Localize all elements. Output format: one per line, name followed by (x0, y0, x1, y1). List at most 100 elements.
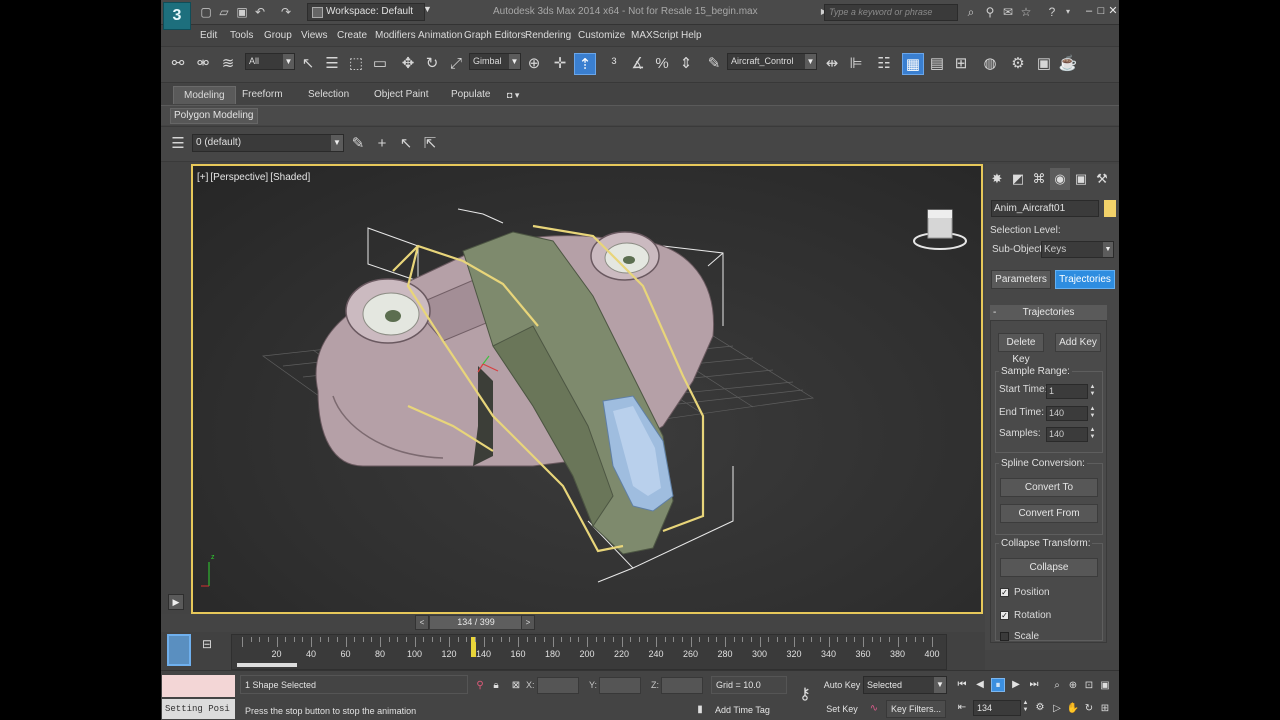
maximize-viewport-icon[interactable]: ⊞ (1098, 702, 1112, 716)
search-input[interactable]: Type a keyword or phrase (824, 4, 958, 21)
object-color-swatch[interactable] (1104, 200, 1116, 217)
menu-tools[interactable]: Tools (230, 30, 253, 41)
material-editor-icon[interactable]: ◍ (979, 53, 1001, 75)
select-in-layer-icon[interactable]: ↖ (395, 133, 417, 155)
rectangular-selection-icon[interactable]: ⬚ (345, 53, 367, 75)
key-mode-dropdown[interactable]: Selected ▼ (863, 676, 947, 694)
help-dropdown-icon[interactable]: ▾ (1061, 5, 1075, 19)
curve-editor-icon[interactable]: ▤ (926, 53, 948, 75)
favorites-star-icon[interactable]: ☆ (1019, 5, 1033, 19)
workspace-dropdown[interactable]: Workspace: Default (307, 3, 425, 21)
schematic-view-icon[interactable]: ⊞ (950, 53, 972, 75)
start-time-input[interactable]: 1 (1046, 384, 1088, 399)
snaps-toggle-icon[interactable]: ³ (603, 53, 625, 75)
tab-modeling[interactable]: Modeling (173, 86, 236, 104)
render-setup-icon[interactable]: ⚙ (1007, 53, 1029, 75)
create-tab-icon[interactable]: ✸ (987, 168, 1007, 190)
next-frame-icon[interactable]: ▶ (1009, 678, 1023, 692)
mini-curve-editor-icon[interactable] (167, 634, 191, 666)
previous-frame-icon[interactable]: ◀ (973, 678, 987, 692)
samples-spinner[interactable]: ▲ ▼ (1089, 427, 1096, 442)
move-icon[interactable]: ✥ (397, 53, 419, 75)
maxscript-mini-listener[interactable]: Setting Posi (162, 675, 235, 719)
open-mini-curve-icon[interactable]: ⊟ (199, 636, 215, 652)
viewport-menu-label[interactable]: [+] (197, 172, 208, 183)
tab-freeform[interactable]: Freeform (232, 86, 293, 104)
app-menu-button[interactable]: 3 (163, 2, 191, 30)
modify-tab-icon[interactable]: ◩ (1008, 168, 1028, 190)
new-file-icon[interactable]: ▢ (199, 5, 213, 19)
minimize-button[interactable]: – (1083, 3, 1095, 19)
select-and-manipulate-icon[interactable]: ✛ (549, 53, 571, 75)
zoom-icon[interactable]: ⌕ (1050, 679, 1064, 693)
start-time-spinner[interactable]: ▲ ▼ (1089, 384, 1096, 399)
menu-group[interactable]: Group (264, 30, 292, 41)
add-time-tag-button[interactable]: Add Time Tag (711, 701, 787, 719)
scale-checkbox[interactable] (1000, 632, 1009, 641)
listener-input[interactable]: Setting Posi (162, 699, 235, 719)
open-file-icon[interactable]: ▱ (217, 5, 231, 19)
x-coordinate-input[interactable] (537, 677, 579, 694)
align-icon[interactable]: ⊫ (845, 53, 867, 75)
help-icon[interactable]: ? (1045, 5, 1059, 19)
graphite-modeling-tools-icon[interactable]: ▦ (902, 53, 924, 75)
add-key-button[interactable]: Add Key (1055, 333, 1101, 352)
orbit-icon[interactable]: ↻ (1082, 702, 1096, 716)
workspace-arrow-icon[interactable]: ▼ (423, 4, 432, 14)
trajectories-button[interactable]: Trajectories (1055, 270, 1115, 289)
viewcube-icon[interactable] (913, 209, 967, 250)
convert-to-button[interactable]: Convert To (1000, 478, 1098, 497)
next-frame-arrow-icon[interactable]: > (521, 615, 535, 630)
binoculars-icon[interactable]: ⌕ (964, 5, 978, 19)
rendered-frame-window-icon[interactable]: ▣ (1033, 53, 1055, 75)
current-frame-input[interactable]: 134 (973, 700, 1021, 716)
named-selection-set-dropdown[interactable]: Aircraft_Control ▼ (727, 53, 817, 70)
perspective-viewport[interactable]: z [+] [Perspective] [Shaded] (191, 164, 983, 614)
menu-create[interactable]: Create (337, 30, 367, 41)
utilities-tab-icon[interactable]: ⚒ (1092, 168, 1112, 190)
render-production-icon[interactable]: ☕ (1057, 53, 1079, 75)
display-tab-icon[interactable]: ▣ (1071, 168, 1091, 190)
maximize-button[interactable]: □ (1095, 3, 1107, 19)
go-to-end-icon[interactable]: ⏭ (1027, 678, 1041, 692)
menu-maxscript[interactable]: MAXScript (631, 30, 678, 41)
end-time-spinner[interactable]: ▲ ▼ (1089, 406, 1096, 421)
menu-help[interactable]: Help (681, 30, 702, 41)
y-coordinate-input[interactable] (599, 677, 641, 694)
z-coordinate-input[interactable] (661, 677, 703, 694)
viewport-shading-label[interactable]: [Shaded] (270, 172, 310, 183)
time-configuration-icon[interactable]: ⚙ (1033, 701, 1047, 715)
rotate-icon[interactable]: ↻ (421, 53, 443, 75)
previous-frame-arrow-icon[interactable]: < (415, 615, 429, 630)
subscription-icon[interactable]: ⚲ (983, 5, 997, 19)
edit-named-selection-icon[interactable]: ✎ (703, 53, 725, 75)
lock-selection-icon[interactable]: 🔒︎ (489, 679, 503, 693)
angle-snap-icon[interactable]: ∡ (627, 53, 649, 75)
layer-manager-icon[interactable]: ☷ (873, 53, 895, 75)
collapse-button[interactable]: Collapse (1000, 558, 1098, 577)
save-file-icon[interactable]: ▣ (235, 5, 249, 19)
zoom-extents-icon[interactable]: ⊡ (1082, 679, 1096, 693)
trajectories-rollout-header[interactable]: - Trajectories (990, 305, 1107, 320)
tab-selection[interactable]: Selection (298, 86, 359, 104)
zoom-extents-all-icon[interactable]: ▣ (1098, 679, 1112, 693)
pan-view-icon[interactable]: ✋ (1066, 702, 1080, 716)
viewport-label[interactable]: [+] [Perspective] [Shaded] (197, 172, 312, 183)
set-current-layer-icon[interactable]: ⇱ (419, 133, 441, 155)
field-of-view-icon[interactable]: ▷ (1050, 702, 1064, 716)
create-layer-icon[interactable]: + (371, 133, 393, 155)
listener-output[interactable] (162, 675, 235, 697)
keyboard-shortcut-override-icon[interactable]: ⇡ (574, 53, 596, 75)
set-keys-key-icon[interactable]: ⚷ (793, 687, 817, 703)
unlink-icon[interactable]: ⚮ (192, 53, 214, 75)
redo-icon[interactable]: ↷ (279, 5, 293, 19)
spinner-snap-icon[interactable]: ⇕ (675, 53, 697, 75)
motion-tab-icon[interactable]: ◉ (1050, 168, 1070, 190)
default-in-out-tangents-icon[interactable]: ∿ (867, 702, 881, 716)
menu-edit[interactable]: Edit (200, 30, 217, 41)
menu-modifiers[interactable]: Modifiers (375, 30, 416, 41)
absolute-mode-icon[interactable]: ⊠ (509, 679, 523, 693)
percent-snap-icon[interactable]: % (651, 53, 673, 75)
link-icon[interactable]: ⚯ (167, 53, 189, 75)
convert-from-button[interactable]: Convert From (1000, 504, 1098, 523)
